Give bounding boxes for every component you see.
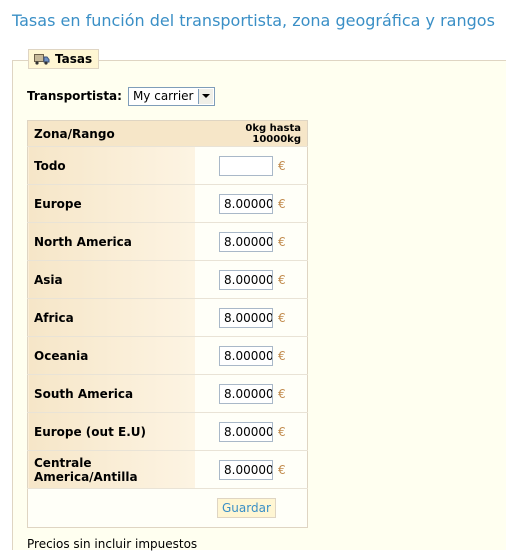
rate-input[interactable] — [219, 231, 273, 252]
rate-input[interactable] — [219, 193, 273, 214]
rate-input[interactable] — [219, 345, 273, 366]
zone-column-header: Zona/Rango — [27, 120, 195, 147]
rates-legend: Tasas — [28, 49, 100, 69]
euro-symbol: € — [278, 310, 286, 325]
rate-input[interactable] — [219, 307, 273, 328]
rate-input[interactable] — [219, 383, 273, 404]
footnote: Precios sin incluir impuestos — [27, 537, 198, 551]
zone-label: Europe — [27, 184, 195, 223]
carrier-select[interactable]: My carrier — [127, 86, 216, 106]
table-row: Europe (out E.U) € — [27, 412, 308, 451]
zone-label: Europe (out E.U) — [27, 412, 195, 451]
table-header-row: Zona/Rango 0kg hasta 10000kg — [27, 120, 308, 147]
table-row: Oceania € — [27, 336, 308, 375]
table-row: Europe € — [27, 184, 308, 223]
table-row: Centrale America/Antilla € — [27, 450, 308, 489]
rates-legend-label: Tasas — [55, 52, 93, 66]
table-row: South America € — [27, 374, 308, 413]
save-row: Guardar — [27, 488, 308, 528]
rate-input[interactable] — [219, 269, 273, 290]
rate-input[interactable] — [219, 459, 273, 480]
euro-symbol: € — [278, 272, 286, 287]
table-row: Asia € — [27, 260, 308, 299]
euro-symbol: € — [278, 196, 286, 211]
rate-input[interactable] — [219, 155, 273, 176]
euro-symbol: € — [278, 348, 286, 363]
carrier-label: Transportista: — [27, 89, 122, 103]
euro-symbol: € — [278, 462, 286, 477]
truck-icon — [34, 53, 50, 65]
rates-table: Zona/Rango 0kg hasta 10000kg Todo € Europe… — [27, 120, 308, 528]
save-button[interactable]: Guardar — [217, 498, 276, 518]
rate-input[interactable] — [219, 421, 273, 442]
chevron-down-icon[interactable] — [198, 88, 214, 104]
carrier-select-value: My carrier — [132, 88, 194, 103]
zone-label: South America — [27, 374, 195, 413]
range-column-header: 0kg hasta 10000kg — [195, 120, 308, 147]
zone-label: North America — [27, 222, 195, 261]
euro-symbol: € — [278, 158, 286, 173]
zone-label: Africa — [27, 298, 195, 337]
euro-symbol: € — [278, 386, 286, 401]
zone-label: Todo — [27, 146, 195, 185]
table-row: Africa € — [27, 298, 308, 337]
table-row: Todo € — [27, 146, 308, 185]
table-row: North America € — [27, 222, 308, 261]
zone-label: Centrale America/Antilla — [27, 450, 195, 489]
zone-label: Asia — [27, 260, 195, 299]
carrier-selector: Transportista: My carrier — [27, 86, 216, 106]
zone-label: Oceania — [27, 336, 195, 375]
euro-symbol: € — [278, 234, 286, 249]
euro-symbol: € — [278, 424, 286, 439]
page-title: Tasas en función del transportista, zona… — [12, 11, 495, 30]
